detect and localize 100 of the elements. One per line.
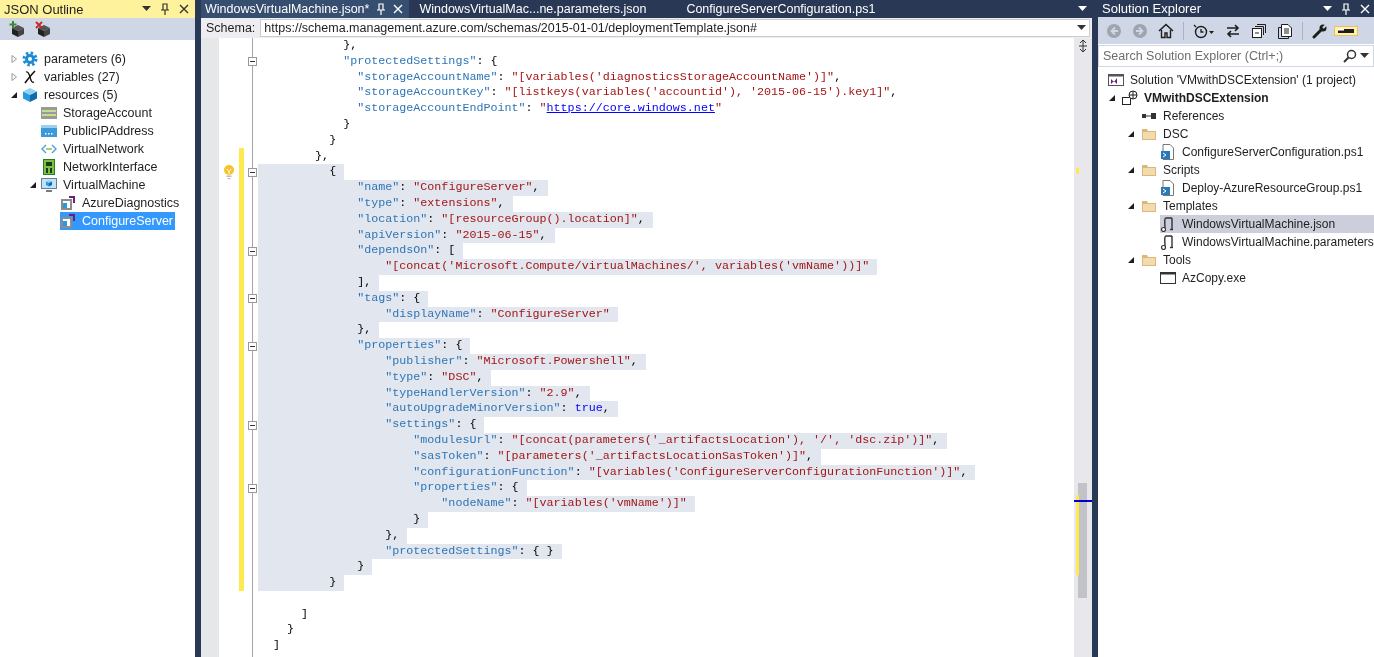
collapse-icon[interactable] <box>248 341 257 351</box>
collapse-icon[interactable] <box>248 167 257 177</box>
scrollbar[interactable] <box>1074 38 1092 657</box>
panel-title: JSON Outline <box>4 1 85 17</box>
dropdown-icon <box>1323 5 1332 12</box>
expanded-arrow-icon[interactable] <box>29 181 37 189</box>
window-icon <box>1160 270 1176 286</box>
tree-item[interactable]: Scripts <box>1141 161 1374 179</box>
expanded-arrow-icon[interactable] <box>1127 256 1135 264</box>
sync-icon <box>1225 22 1241 39</box>
expanded-arrow-icon[interactable] <box>1127 166 1135 174</box>
script-file-icon <box>1160 144 1176 160</box>
code-line: } <box>328 132 338 149</box>
folder-icon <box>1141 126 1157 142</box>
cube-icon <box>22 87 38 103</box>
expanded-arrow-icon[interactable] <box>10 91 18 99</box>
dropdown-icon <box>1078 6 1087 12</box>
tree-item[interactable]: Templates <box>1141 197 1374 215</box>
home-icon <box>1158 22 1174 39</box>
network-card-icon <box>41 159 57 175</box>
extension-icon <box>60 213 76 229</box>
pin-icon <box>376 3 387 15</box>
code-line: ] <box>272 638 282 655</box>
json-file-icon <box>1160 216 1176 232</box>
document-tab[interactable]: WindowsVirtualMachine.json* <box>201 0 410 18</box>
add-resource-button[interactable] <box>8 20 26 38</box>
expanded-arrow-icon[interactable] <box>1108 94 1116 102</box>
tree-item[interactable]: AzCopy.exe <box>1160 269 1374 287</box>
remove-cube-icon <box>35 21 51 37</box>
close-icon <box>179 4 189 14</box>
code-line: "protectedSettings": { <box>342 53 499 70</box>
tree-item[interactable]: DSC <box>1141 125 1374 143</box>
tree-item[interactable]: Deploy-AzureResourceGroup.ps1 <box>1160 179 1374 197</box>
schema-dropdown[interactable]: https://schema.management.azure.com/schemas/2015-01-01/deploymentTemplate.json# <box>260 19 1090 37</box>
dropdown-icon <box>142 6 151 12</box>
document-tab[interactable]: WindowsVirtualMac...ne.parameters.json <box>409 0 677 18</box>
gear-icon <box>22 51 38 67</box>
preview-icon <box>1338 28 1354 33</box>
forward-icon <box>1132 22 1148 39</box>
close-icon <box>1360 3 1370 14</box>
scrollbar-thumb[interactable] <box>1078 483 1087 598</box>
collapse-icon[interactable] <box>248 246 257 256</box>
wrench-icon <box>1312 22 1328 39</box>
tree-item[interactable]: VirtualMachine <box>41 176 148 194</box>
code-line: "storageAccountEndPoint": "https://core.windows.net" <box>356 101 723 117</box>
panel-title: Solution Explorer <box>1102 1 1202 16</box>
tree-item[interactable]: References <box>1141 107 1374 125</box>
tree-item[interactable]: Tools <box>1141 251 1374 269</box>
tree-item[interactable]: AzureDiagnostics <box>60 194 182 212</box>
collapse-icon[interactable] <box>248 57 257 67</box>
folder-icon <box>1141 252 1157 268</box>
tree-item[interactable]: WindowsVirtualMachine.json <box>1160 215 1374 233</box>
code-line: "storageAccountName": "[variables('diagnosticsStorageAccountName')]", <box>356 69 843 86</box>
pin-icon <box>1341 2 1351 15</box>
tree-item[interactable]: VirtualNetwork <box>41 140 147 158</box>
dropdown-icon <box>1360 53 1369 59</box>
tree-item[interactable]: NetworkInterface <box>41 158 160 176</box>
tree-item[interactable]: Solution 'VMwithDSCExtension' (1 project) <box>1108 71 1374 89</box>
code-line: }, <box>342 38 359 54</box>
expanded-arrow-icon[interactable] <box>1127 202 1135 210</box>
expanded-arrow-icon[interactable] <box>1127 130 1135 138</box>
collapse-icon[interactable] <box>248 483 257 493</box>
tree-item[interactable]: StorageAccount <box>41 104 154 122</box>
code-line: } <box>342 117 352 133</box>
close-icon <box>393 4 404 14</box>
solution-icon <box>1108 72 1124 88</box>
collapse-icon[interactable] <box>248 420 257 430</box>
pin-icon <box>160 3 170 15</box>
project-icon <box>1122 90 1138 106</box>
tree-item[interactable]: variables (27) <box>22 68 122 86</box>
search-field[interactable]: Search Solution Explorer (Ctrl+;) <box>1098 45 1374 67</box>
tree-item[interactable]: PublicIPAddress <box>41 122 156 140</box>
x-symbol-icon <box>22 69 38 85</box>
code-line: "storageAccountKey": "[listkeys(variables('accountid'), '2015-06-15').key1]", <box>356 85 899 102</box>
document-tab[interactable]: ConfigureServerConfiguration.ps1 <box>676 0 906 18</box>
script-file-icon <box>1160 180 1176 196</box>
files-icon <box>1277 22 1293 39</box>
schema-label: Schema: <box>206 21 256 35</box>
collapsed-arrow-icon[interactable] <box>10 55 18 63</box>
add-cube-icon <box>9 21 25 37</box>
code-line: ] <box>300 606 310 623</box>
storage-icon <box>41 105 57 121</box>
clock-icon <box>1193 22 1215 39</box>
tree-item[interactable]: parameters (6) <box>22 50 128 68</box>
tree-item[interactable]: resources (5) <box>22 86 120 104</box>
tree-item[interactable]: ConfigureServerConfiguration.ps1 <box>1160 143 1374 161</box>
code-line: }, <box>314 148 331 165</box>
json-file-icon <box>1160 234 1176 250</box>
dropdown-icon <box>1077 25 1086 31</box>
remove-resource-button[interactable] <box>34 20 52 38</box>
folder-icon <box>1141 162 1157 178</box>
tree-item[interactable]: VMwithDSCExtension <box>1122 89 1374 107</box>
tree-item[interactable]: WindowsVirtualMachine.parameters <box>1160 233 1374 251</box>
link[interactable]: https://core.windows.net <box>546 101 715 116</box>
split-icon[interactable] <box>1078 40 1088 52</box>
collapse-icon[interactable] <box>248 294 257 304</box>
collapsed-arrow-icon[interactable] <box>10 73 18 81</box>
back-icon <box>1106 22 1122 39</box>
extension-icon <box>60 195 76 211</box>
preview-button[interactable] <box>1334 25 1358 36</box>
